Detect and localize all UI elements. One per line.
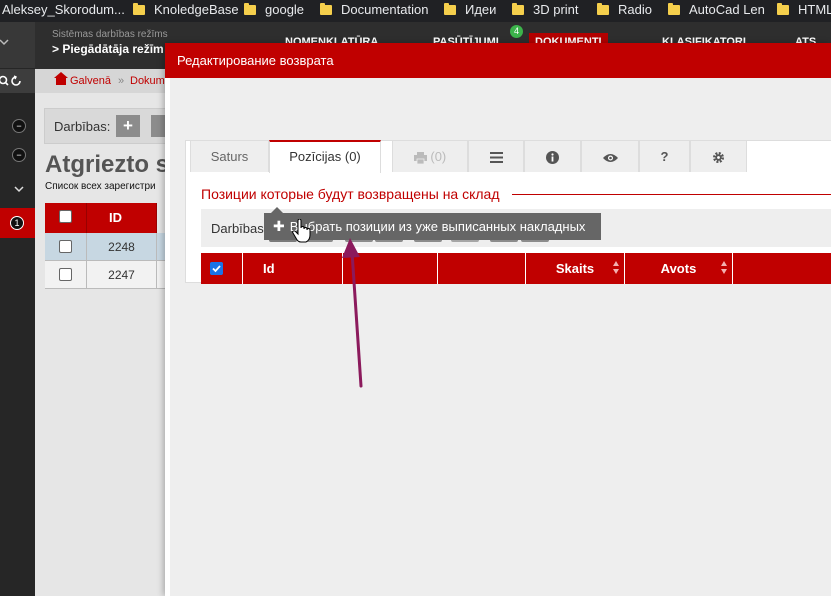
breadcrumb-home[interactable]: Galvenā [54,72,111,87]
bookmark-folder[interactable]: google [244,0,304,22]
modal-title: Редактирование возврата [177,53,334,68]
tab-saturs[interactable]: Saturs [190,140,269,172]
select-all-checkbox[interactable] [210,262,223,275]
app-sidebar: − − 1 [0,22,35,596]
annotation-arrow [342,238,363,388]
bookmark-folder[interactable]: HTML [777,0,831,22]
sort-icon [721,261,728,275]
mode-selector[interactable]: > Piegādātāja režīm [52,42,164,56]
tab-print[interactable]: (0) [392,140,468,172]
actions-label: Darbības: [211,221,268,236]
page-subtitle: Список всех зарегистри [45,181,156,192]
bookmark-folder[interactable]: AutoCad Len [668,0,765,22]
question-icon: ? [660,149,669,164]
folder-icon [512,3,524,15]
edit-return-modal: Редактирование возврата Saturs Pozīcijas… [165,43,831,596]
gear-icon [712,152,725,164]
column-header-avots[interactable]: Avots [625,253,733,284]
positions-table-header: Id Skaits Avots [201,253,831,284]
sidebar-badge: 1 [10,216,24,230]
modal-header: Редактирование возврата [165,43,831,78]
sort-icon [613,261,620,275]
plus-icon: ✚ [273,218,285,234]
info-icon [546,151,559,165]
row-id: 2248 [87,233,157,261]
hand-cursor-icon [292,219,311,243]
tab-help[interactable]: ? [639,140,690,172]
print-icon [413,151,427,164]
row-id: 2247 [87,261,157,289]
bookmark-folder[interactable]: Radio [597,0,652,22]
modal-body: Saturs Pozīcijas (0) (0) ? Позиции котор… [165,78,831,596]
folder-icon [668,3,680,15]
folder-icon [133,3,145,15]
sidebar-collapse-dot[interactable]: − [12,148,26,162]
tab-list[interactable] [468,140,524,172]
eye-icon [602,153,618,162]
select-all-checkbox[interactable] [59,210,72,223]
background-actions-bar: Darbības: + [44,108,175,144]
bookmark-folder[interactable]: Идеи [444,0,496,22]
breadcrumb-separator: » [118,75,125,87]
folder-icon [597,3,609,15]
mode-label: Sistēmas darbības režīms [52,29,168,40]
table-row[interactable]: 2248 [45,233,175,261]
column-header[interactable] [438,253,526,284]
sidebar-collapse-dot[interactable]: − [12,119,26,133]
select-all-header[interactable] [45,203,87,233]
sidebar-toggle[interactable] [0,22,35,68]
bookmarks-bar: Aleksey_Skorodum... KnoledgeBase google … [0,0,831,22]
tab-pozicijas[interactable]: Pozīcijas (0) [269,140,381,173]
add-button[interactable]: + [116,115,140,137]
table-row[interactable]: 2247 [45,261,175,289]
bookmark-folder[interactable]: Documentation [320,0,428,22]
row-checkbox[interactable] [59,268,72,281]
folder-icon [320,3,332,15]
bookmark-folder[interactable]: KnoledgeBase [133,0,239,22]
column-header-id[interactable]: Id [243,253,343,284]
column-header-id[interactable]: ID [87,203,157,233]
breadcrumb-item[interactable]: Dokum [130,75,165,87]
column-header[interactable] [733,253,831,284]
section-title: Позиции которые будут возвращены на скла… [201,186,500,202]
chevron-down-icon[interactable] [14,185,24,196]
notification-badge: 4 [510,25,523,38]
add-position-tooltip: ✚ Выбрать позиции из уже выписанных накла… [264,213,601,240]
folder-icon [244,3,256,15]
page-title: Atgriezto s [45,151,170,178]
actions-label: Darbības: [54,119,111,134]
folder-icon [777,3,789,15]
tab-info[interactable] [524,140,581,172]
home-icon [54,72,68,85]
row-checkbox[interactable] [59,240,72,253]
folder-icon [444,3,456,15]
column-header-skaits[interactable]: Skaits [526,253,625,284]
tab-view[interactable] [581,140,639,172]
bookmark-folder[interactable]: 3D print [512,0,579,22]
sidebar-active-item[interactable]: 1 [0,208,35,238]
search-icon [0,75,21,86]
section-divider [512,194,831,195]
select-all-header[interactable] [201,253,243,284]
list-icon [489,152,503,164]
tab-settings[interactable] [690,140,747,172]
bookmark-item[interactable]: Aleksey_Skorodum... [2,0,125,22]
sidebar-search[interactable] [0,69,35,93]
chevron-down-icon [0,39,9,46]
